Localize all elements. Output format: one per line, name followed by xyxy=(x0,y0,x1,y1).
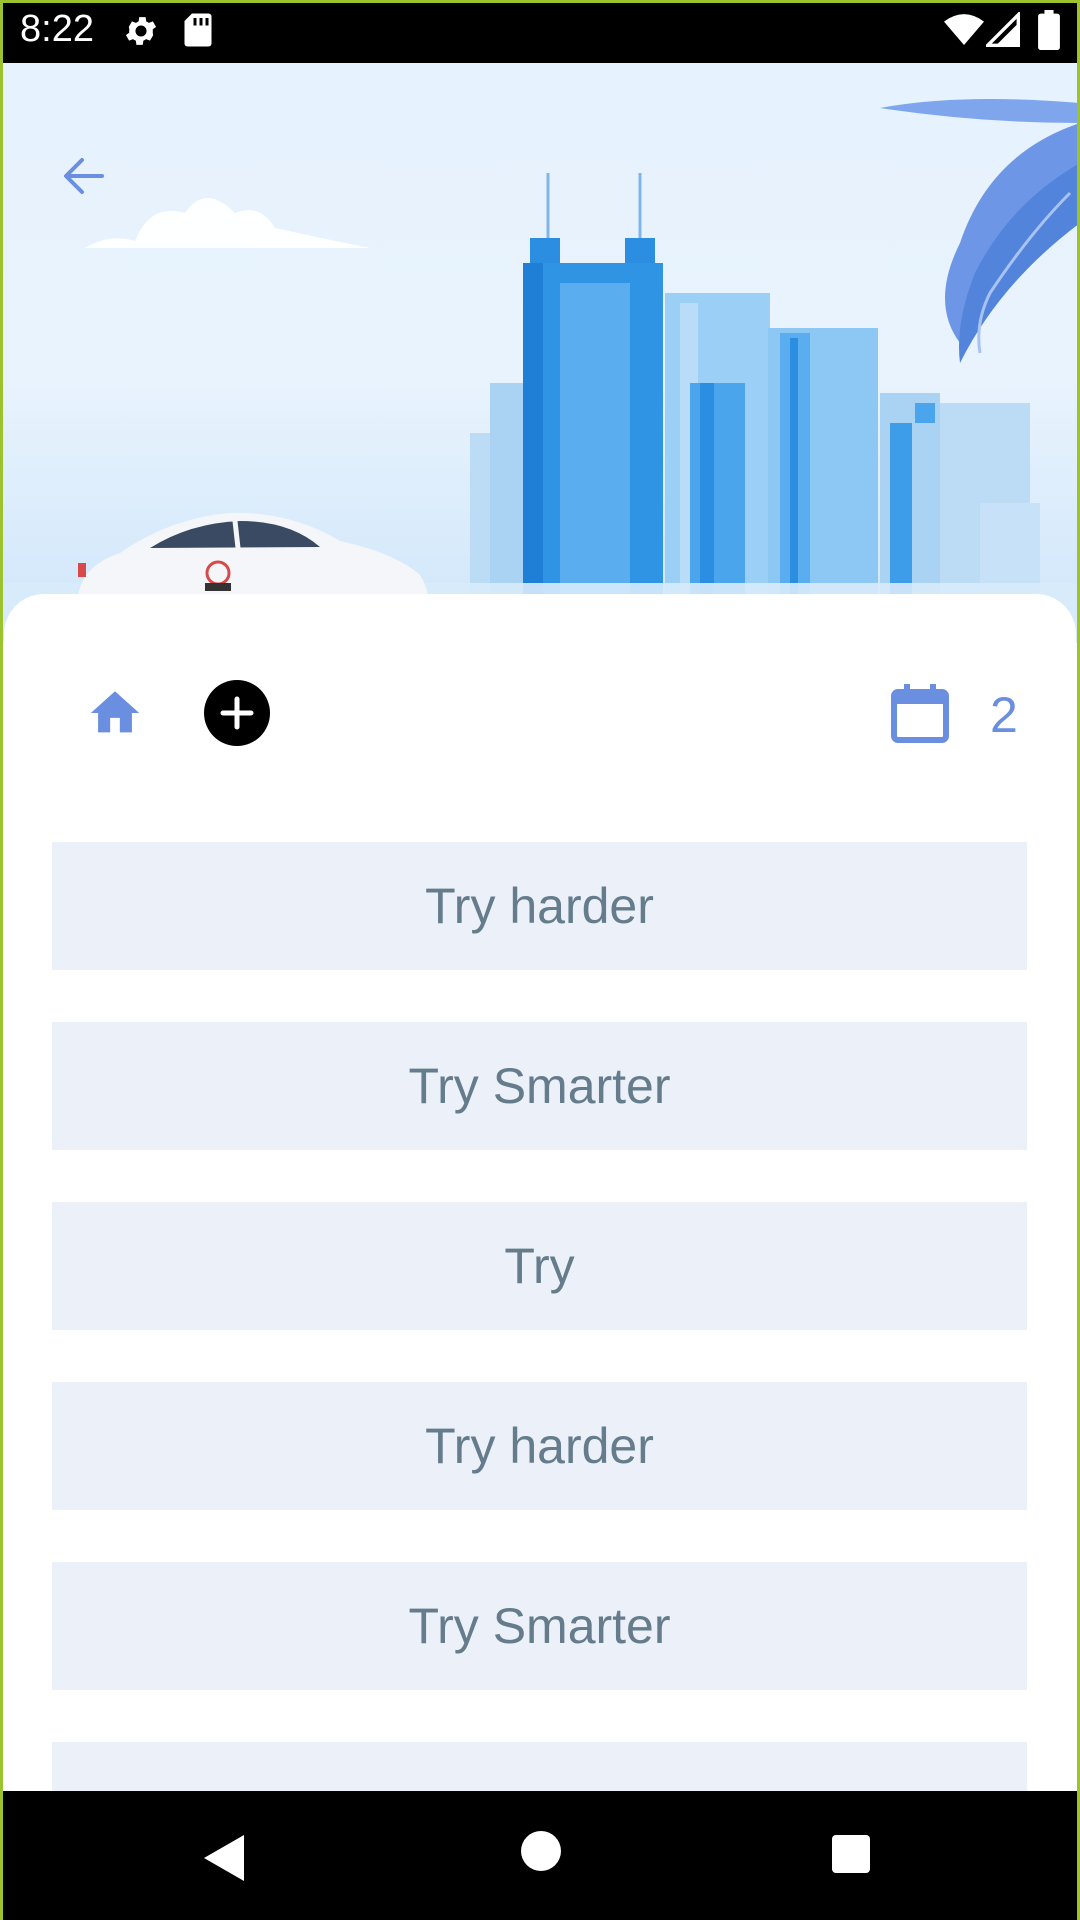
screen-content: 2 Try harder Try Smarter Try Try harder … xyxy=(0,0,1080,1791)
sd-card-icon xyxy=(184,13,212,47)
list-item[interactable]: Try harder xyxy=(52,842,1027,970)
status-bar: 8:22 xyxy=(0,0,1080,63)
list-item[interactable]: Try Smarter xyxy=(52,1022,1027,1150)
gear-icon xyxy=(125,17,157,45)
arrow-left-icon xyxy=(64,158,104,194)
status-time: 8:22 xyxy=(20,8,94,50)
list-item[interactable]: Try xyxy=(52,1202,1027,1330)
battery-icon xyxy=(1038,10,1060,50)
list-item[interactable] xyxy=(52,1742,1027,1791)
add-circle-icon xyxy=(220,696,254,730)
list-item-label: Try Smarter xyxy=(408,1058,671,1114)
nav-recents-icon[interactable] xyxy=(832,1835,870,1873)
list-item-label: Try harder xyxy=(425,1418,654,1474)
list-item-label: Try Smarter xyxy=(408,1598,671,1654)
signal-icon xyxy=(986,12,1020,47)
list-item[interactable]: Try Smarter xyxy=(52,1562,1027,1690)
task-list: Try harder Try Smarter Try Try harder Tr… xyxy=(52,842,1027,1791)
header-illustration xyxy=(0,63,1080,643)
list-item[interactable]: Try harder xyxy=(52,1382,1027,1510)
calendar-icon xyxy=(891,684,949,743)
calendar-button[interactable] xyxy=(888,682,952,746)
home-icon xyxy=(90,691,140,733)
add-button[interactable] xyxy=(204,680,270,746)
wifi-icon xyxy=(944,14,984,45)
city-skyline-illustration xyxy=(0,99,1080,643)
home-button[interactable] xyxy=(86,684,144,742)
list-item-label: Try harder xyxy=(425,878,654,934)
system-nav-bar xyxy=(0,1791,1080,1920)
calendar-count: 2 xyxy=(990,687,1018,743)
back-button[interactable] xyxy=(58,150,110,202)
nav-home-icon[interactable] xyxy=(521,1831,561,1871)
list-item-label: Try xyxy=(504,1238,575,1294)
nav-back-icon[interactable] xyxy=(200,1833,248,1883)
